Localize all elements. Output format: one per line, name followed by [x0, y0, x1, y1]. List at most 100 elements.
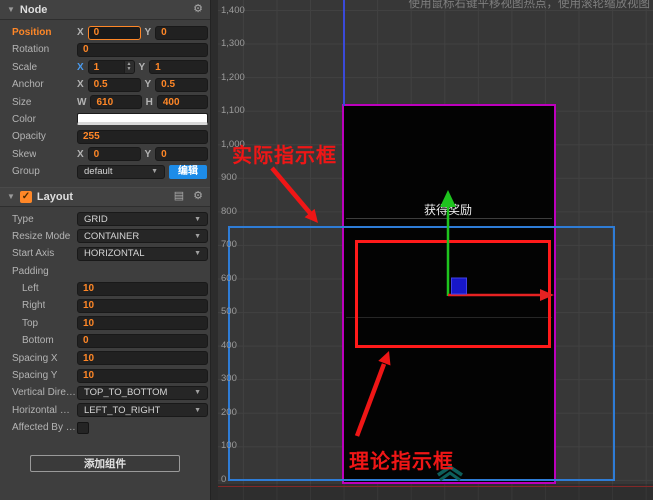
- scale-row: Scale X ▲ ▼ Y: [0, 59, 210, 76]
- scale-x-stepper[interactable]: ▲ ▼: [123, 61, 134, 74]
- start-axis-label: Start Axis: [12, 248, 55, 260]
- node-properties: Position X Y Rotation Scale X: [0, 20, 210, 183]
- padding-right-row: Right: [0, 297, 210, 314]
- spacing-y-label: Spacing Y: [12, 370, 58, 382]
- size-w-key: W: [77, 96, 87, 108]
- size-w-input[interactable]: [90, 95, 142, 110]
- scale-y-input[interactable]: [149, 60, 208, 75]
- affected-by-scale-label: Affected By Scale: [12, 422, 76, 434]
- spacing-y-row: Spacing Y: [0, 367, 210, 384]
- group-select-value: default: [84, 166, 113, 178]
- scene-hint-text: 使用鼠标右键平移视图热点，使用滚轮缩放视图: [408, 0, 651, 10]
- scene-view[interactable]: 使用鼠标右键平移视图热点，使用滚轮缩放视图 1,400 1,300 1,200 …: [218, 0, 653, 500]
- skew-y-input[interactable]: [155, 147, 208, 162]
- rotation-input[interactable]: [77, 42, 208, 57]
- color-row: Color: [0, 111, 210, 128]
- spacing-x-label: Spacing X: [12, 352, 58, 364]
- spacing-x-input[interactable]: [77, 351, 208, 366]
- layout-enabled-checkbox[interactable]: ✓: [19, 190, 32, 203]
- size-row: Size W H: [0, 94, 210, 111]
- skew-y-key: Y: [144, 148, 152, 160]
- collapse-caret-icon[interactable]: ▼: [7, 192, 15, 201]
- skew-x-input[interactable]: [87, 147, 141, 162]
- stepper-down-icon[interactable]: ▼: [127, 67, 132, 72]
- theoretical-indicator-frame: [355, 240, 551, 348]
- gear-icon[interactable]: ⚙: [193, 4, 203, 15]
- collapse-caret-icon[interactable]: ▼: [7, 5, 15, 14]
- panel-divider[interactable]: [210, 0, 218, 500]
- position-row: Position X Y: [0, 24, 210, 41]
- canvas-separator-line: [346, 218, 552, 219]
- padding-left-label: Left: [22, 283, 39, 295]
- chevron-down-icon: ▼: [151, 168, 158, 176]
- position-label: Position: [12, 27, 52, 38]
- affected-by-scale-checkbox[interactable]: [77, 421, 89, 434]
- horizontal-direction-label: Horizontal Direc...: [12, 404, 76, 416]
- padding-top-label: Top: [22, 317, 39, 329]
- scale-y-key: Y: [138, 61, 146, 73]
- ruler-label: 1,200: [221, 71, 245, 83]
- opacity-row: Opacity: [0, 128, 210, 145]
- group-row: Group default ▼ 编辑: [0, 163, 210, 180]
- chevron-down-icon: ▼: [194, 215, 201, 223]
- layout-type-value: GRID: [84, 213, 108, 225]
- group-edit-button[interactable]: 编辑: [169, 164, 207, 179]
- annotation-text-actual: 实际指示框: [232, 145, 337, 167]
- size-h-key: H: [145, 96, 153, 108]
- horizontal-direction-value: LEFT_TO_RIGHT: [84, 404, 161, 416]
- world-x-axis-line: [218, 485, 653, 487]
- horizontal-direction-select[interactable]: LEFT_TO_RIGHT ▼: [77, 403, 208, 418]
- node-section-title: Node: [19, 3, 48, 16]
- reward-label: 获得奖励: [423, 203, 472, 217]
- world-y-axis-line: [342, 0, 345, 106]
- ruler-label: 0: [221, 473, 227, 485]
- ruler-label: 100: [221, 440, 237, 451]
- vertical-direction-row: Vertical Direction TOP_TO_BOTTOM ▼: [0, 384, 210, 401]
- ruler-label: 900: [221, 172, 237, 183]
- padding-top-input[interactable]: [77, 316, 208, 331]
- node-section-header[interactable]: ▼ Node ⚙: [0, 0, 210, 20]
- resize-mode-value: CONTAINER: [84, 230, 140, 242]
- color-swatch[interactable]: [77, 113, 208, 126]
- anchor-label: Anchor: [12, 79, 44, 91]
- size-label: Size: [12, 96, 32, 108]
- vertical-direction-select[interactable]: TOP_TO_BOTTOM ▼: [77, 385, 208, 400]
- resize-mode-label: Resize Mode: [12, 230, 71, 242]
- padding-label: Padding: [12, 265, 49, 277]
- vertical-direction-label: Vertical Direction: [12, 387, 76, 399]
- ruler-label: 1,300: [221, 38, 245, 49]
- ruler-label: 800: [221, 205, 237, 217]
- anchor-x-input[interactable]: [87, 77, 141, 92]
- ruler-label: 200: [221, 406, 237, 418]
- padding-bottom-input[interactable]: [77, 333, 208, 348]
- skew-row: Skew X Y: [0, 146, 210, 163]
- spacing-y-input[interactable]: [77, 368, 208, 383]
- gear-icon[interactable]: ⚙: [193, 191, 203, 202]
- padding-bottom-label: Bottom: [22, 335, 54, 347]
- annotation-arrow-actual: [270, 166, 312, 215]
- position-x-input[interactable]: [87, 25, 141, 40]
- padding-left-input[interactable]: [77, 281, 208, 296]
- position-y-input[interactable]: [155, 25, 208, 40]
- opacity-input[interactable]: [77, 129, 208, 144]
- add-component-button[interactable]: 添加组件: [30, 454, 180, 472]
- annotation-arrowhead-icon: [304, 208, 318, 223]
- layout-type-select[interactable]: GRID ▼: [77, 212, 208, 227]
- position-y-key: Y: [144, 27, 152, 38]
- anchor-row: Anchor X Y: [0, 76, 210, 93]
- resize-mode-select[interactable]: CONTAINER ▼: [77, 229, 208, 244]
- scale-x-key: X: [77, 61, 84, 73]
- rotation-row: Rotation: [0, 41, 210, 58]
- position-x-key: X: [77, 27, 84, 38]
- padding-right-input[interactable]: [77, 298, 208, 313]
- resize-mode-row: Resize Mode CONTAINER ▼: [0, 228, 210, 245]
- size-h-input[interactable]: [156, 95, 208, 110]
- group-select[interactable]: default ▼: [77, 164, 165, 179]
- anchor-x-key: X: [77, 79, 84, 91]
- start-axis-select[interactable]: HORIZONTAL ▼: [77, 246, 208, 261]
- rotation-label: Rotation: [12, 44, 50, 56]
- skew-label: Skew: [12, 148, 37, 160]
- help-doc-icon[interactable]: ▤: [174, 191, 184, 202]
- anchor-y-input[interactable]: [155, 77, 208, 92]
- layout-section-header[interactable]: ▼ ✓ Layout ▤ ⚙: [0, 186, 210, 207]
